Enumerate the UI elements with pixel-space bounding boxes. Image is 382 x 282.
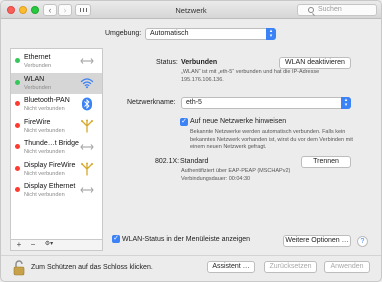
help-button[interactable]: ? bbox=[357, 236, 368, 247]
thunderbolt-bridge-icon bbox=[80, 140, 94, 154]
ask-new-networks-label: Auf neue Netzwerke hinweisen bbox=[190, 118, 287, 125]
wlan-deactivate-button[interactable]: WLAN deaktivieren bbox=[279, 57, 351, 69]
status-dot bbox=[15, 144, 20, 149]
forward-button[interactable]: › bbox=[58, 4, 72, 16]
service-status: Nicht verbunden bbox=[24, 149, 65, 155]
firewire-icon bbox=[80, 119, 94, 133]
service-item-wlan[interactable]: WLAN Verbunden bbox=[11, 72, 102, 94]
service-status: Verbunden bbox=[24, 84, 52, 91]
service-status: Nicht verbunden bbox=[24, 127, 65, 134]
popup-arrows-icon: ▴ ▾ bbox=[341, 97, 351, 109]
service-item-display-firewire[interactable]: Display FireWire Nicht verbunden bbox=[11, 159, 102, 180]
network-name-label: Netzwerkname: bbox=[127, 99, 176, 106]
status-description-line: 195.176.106.136. bbox=[181, 76, 224, 83]
ethernet-icon bbox=[80, 183, 94, 197]
status-dot bbox=[15, 79, 20, 85]
service-item-display-ethernet[interactable]: Display Ethernet Nicht verbunden bbox=[11, 180, 102, 201]
service-status: Verbunden bbox=[24, 63, 52, 69]
ask-new-description-line: bekanntes Netzwerk vorhanden ist, wirst … bbox=[190, 136, 353, 143]
service-name: Ethernet bbox=[24, 54, 51, 61]
ask-new-description-line: Bekannte Netzwerke werden automatisch ve… bbox=[190, 129, 346, 135]
zoom-window-button[interactable] bbox=[31, 6, 39, 14]
service-name: Bluetooth-PAN bbox=[24, 97, 70, 104]
window-title: Netzwerk bbox=[175, 6, 207, 15]
status-description: „WLAN“ ist mit „eth-5“ verbunden und hat… bbox=[181, 69, 361, 84]
ask-new-networks-checkbox[interactable]: ✓ bbox=[180, 118, 188, 126]
service-name: FireWire bbox=[24, 118, 51, 126]
lock-hint-text: Zum Schützen auf das Schloss klicken. bbox=[31, 264, 153, 271]
connection-duration-text: Verbindungsdauer: 00:04:30 bbox=[181, 175, 251, 182]
ethernet-icon bbox=[80, 54, 94, 68]
disconnect-button[interactable]: Trennen bbox=[301, 156, 351, 168]
status-dot bbox=[15, 165, 20, 171]
search-icon bbox=[308, 7, 314, 13]
title-bar: ‹ › Netzwerk Suchen bbox=[1, 1, 381, 19]
service-item-ethernet[interactable]: Ethernet Verbunden bbox=[11, 51, 102, 72]
show-wlan-status-checkbox[interactable]: ✓ bbox=[112, 235, 120, 243]
network-name-value: eth-5 bbox=[186, 99, 202, 106]
service-item-thunde-t-bridge[interactable]: Thunde…t Bridge Nicht verbunden bbox=[11, 137, 102, 158]
service-status: Nicht verbunden bbox=[24, 106, 65, 112]
status-label: Status: bbox=[156, 59, 178, 66]
service-status: Nicht verbunden bbox=[24, 192, 65, 198]
search-placeholder: Suchen bbox=[318, 6, 342, 13]
search-field[interactable]: Suchen bbox=[297, 4, 377, 16]
revert-button[interactable]: Zurücksetzen bbox=[264, 261, 317, 273]
service-item-firewire[interactable]: FireWire Nicht verbunden bbox=[11, 116, 102, 137]
advanced-options-button[interactable]: Weitere Optionen … bbox=[283, 235, 351, 247]
service-name: Thunde…t Bridge bbox=[24, 140, 79, 147]
service-status: Nicht verbunden bbox=[24, 170, 65, 177]
minimize-window-button[interactable] bbox=[19, 6, 27, 14]
status-dot bbox=[15, 187, 20, 192]
8021x-label: 802.1X: bbox=[155, 158, 180, 165]
close-window-button[interactable] bbox=[7, 6, 15, 14]
8021x-details: Authentifiziert über EAP-PEAP (MSCHAPv2)… bbox=[181, 168, 361, 183]
network-preferences-window: ‹ › Netzwerk Suchen Umgebung: Automatisc… bbox=[0, 0, 382, 282]
add-service-button[interactable]: + bbox=[13, 240, 25, 250]
service-list-footer: + − ⚙▾ bbox=[10, 239, 103, 251]
8021x-value: Standard bbox=[180, 158, 209, 165]
service-list: Ethernet Verbunden WLAN Verbunden Bluetooth-… bbox=[10, 48, 103, 251]
status-dot bbox=[15, 58, 20, 63]
show-wlan-status-label: WLAN-Status in der Menüleiste anzeigen bbox=[122, 236, 251, 243]
ask-new-description-line: einem neuen Netzwerk gefragt. bbox=[190, 144, 267, 150]
status-value: Verbunden bbox=[181, 59, 218, 66]
ask-new-networks-description: Bekannte Netzwerke werden automatisch ve… bbox=[190, 129, 375, 152]
popup-arrows-icon: ▴ ▾ bbox=[266, 28, 276, 40]
status-description-line: „WLAN“ ist mit „eth-5“ verbunden und hat… bbox=[181, 69, 320, 75]
status-dot bbox=[15, 122, 20, 128]
environment-value: Automatisch bbox=[150, 30, 189, 37]
firewire-icon bbox=[80, 162, 94, 176]
assistant-button[interactable]: Assistent … bbox=[207, 261, 255, 273]
show-all-preferences-button[interactable] bbox=[75, 4, 91, 16]
network-name-select[interactable]: eth-5 ▴ ▾ bbox=[181, 97, 351, 109]
service-name: Display FireWire bbox=[24, 161, 76, 169]
wifi-icon bbox=[80, 76, 94, 90]
service-item-bluetooth-pan[interactable]: Bluetooth-PAN Nicht verbunden bbox=[11, 94, 102, 115]
bluetooth-icon bbox=[80, 97, 94, 111]
environment-select[interactable]: Automatisch ▴ ▾ bbox=[145, 28, 276, 40]
authentication-text: Authentifiziert über EAP-PEAP (MSCHAPv2) bbox=[181, 168, 291, 174]
status-dot bbox=[15, 101, 20, 106]
lock-icon[interactable] bbox=[13, 260, 25, 276]
back-button[interactable]: ‹ bbox=[43, 4, 57, 16]
service-name: WLAN bbox=[24, 75, 45, 83]
apply-button[interactable]: Anwenden bbox=[324, 261, 370, 273]
service-name: Display Ethernet bbox=[24, 183, 76, 190]
remove-service-button[interactable]: − bbox=[27, 240, 39, 250]
service-actions-button[interactable]: ⚙▾ bbox=[41, 240, 57, 250]
environment-label: Umgebung: bbox=[105, 30, 142, 37]
